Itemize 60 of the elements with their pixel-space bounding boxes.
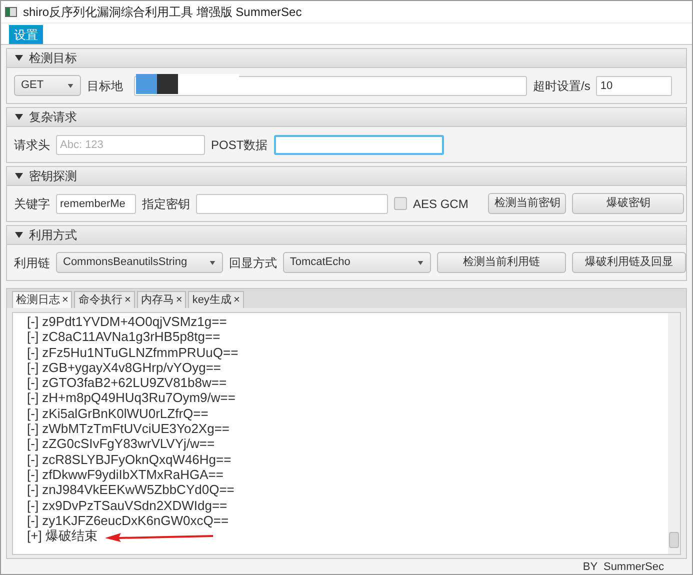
close-icon[interactable]: × [124,292,131,308]
log-line: [-] zGTO3faB2+62LU9ZV81b8w== [27,375,227,390]
checkbox[interactable] [394,197,407,210]
log-line: [-] zfDkwwF9ydiIbXTMxRaHGA== [27,466,224,482]
button[interactable]: 检测当前利用链 [436,252,566,273]
input-field[interactable] [196,194,388,214]
dropdown[interactable]: TomcatEcho [282,252,431,273]
section-title: 密钥探测 [29,168,77,185]
tab[interactable]: 检测日志 × [12,291,72,308]
log-line: [-] zGB+ygayX4v8GHrp/vYOyg== [27,360,221,376]
close-icon[interactable]: × [62,292,68,308]
field-label: 超时设置/s [533,78,590,94]
log-line: [-] zx9DvPzTSauVSdn2XDWIdg== [27,498,228,513]
button[interactable]: 爆破利用链及回显 [572,252,686,273]
section-title: 利用方式 [29,227,77,244]
caret-icon [416,260,424,264]
field-label: 利用链 [14,254,50,272]
log-line: [-] zWbMTzTmFtUVciUE3Yo2Xg== [27,421,230,436]
input-field[interactable]: rememberMe [56,194,136,214]
section-title: 检测目标 [29,50,77,67]
log-line: [-] zcR8SLYBJFyOknQxqW46Hg== [27,452,232,467]
log-line: [-] zZG0cSIvFgY83wrVLVYj/w== [27,436,215,452]
dropdown[interactable]: CommonsBeanutilsString [56,252,223,273]
field-label: POST数据 [211,136,268,154]
checkbox-label: AES GCM [413,196,468,212]
field-label: 回显方式 [228,254,277,272]
section-header[interactable]: 密钥探测 [7,167,686,186]
log-line: [-] zH+m8pQ49HUq3Ru7Oym9/w== [27,390,236,406]
caret-icon [208,260,216,264]
field-label: 指定密钥 [142,196,190,212]
window-title: shiro反序列化漏洞综合利用工具 增强版 SummerSec [23,4,302,20]
field-label: 目标地 [87,78,123,94]
close-icon[interactable]: × [176,292,182,308]
close-icon[interactable]: × [233,292,240,308]
scroll-thumb[interactable] [669,532,679,548]
status-text: BY SummerSec [582,560,664,575]
button[interactable]: 检测当前密钥 [488,193,566,214]
log-line: [-] zKi5alGrBnK0lWU0rLZfrQ== [27,406,208,422]
button[interactable]: 爆破密钥 [572,193,684,214]
log-line: [+] 爆破结束 [27,528,98,544]
input-field[interactable] [274,134,444,154]
input-field[interactable]: Abc: 123 [56,134,205,154]
input-field[interactable]: 10 [596,76,672,96]
dropdown[interactable]: GET [14,75,81,96]
field-label: 请求头 [14,136,50,154]
log-line: [-] zC8aC11AVNa1g3rHB5p8tg== [27,329,220,345]
app-icon [5,6,17,16]
section-header[interactable]: 利用方式 [7,226,686,245]
caret-icon [67,84,74,88]
log-line: [-] zFz5Hu1NTuGLNZfmmPRUuQ== [27,344,238,360]
section-header[interactable]: 检测目标 [7,49,686,68]
log-line: [-] zy1KJFZ6eucDxK6nGW0xcQ== [27,512,229,528]
tab[interactable]: 内存马 × [136,291,186,308]
log-line: [-] znJ984VkEEKwW5ZbbCYd0Q== [27,482,234,498]
tab[interactable]: key生成 × [188,291,244,308]
tab[interactable]: 命令执行 × [74,291,135,308]
field-label: 关键字 [14,196,50,212]
section-header[interactable]: 复杂请求 [7,108,686,127]
log-line: [-] z9Pdt1YVDM+4O0qjVSMz1g== [27,314,227,330]
section-title: 复杂请求 [29,109,77,126]
